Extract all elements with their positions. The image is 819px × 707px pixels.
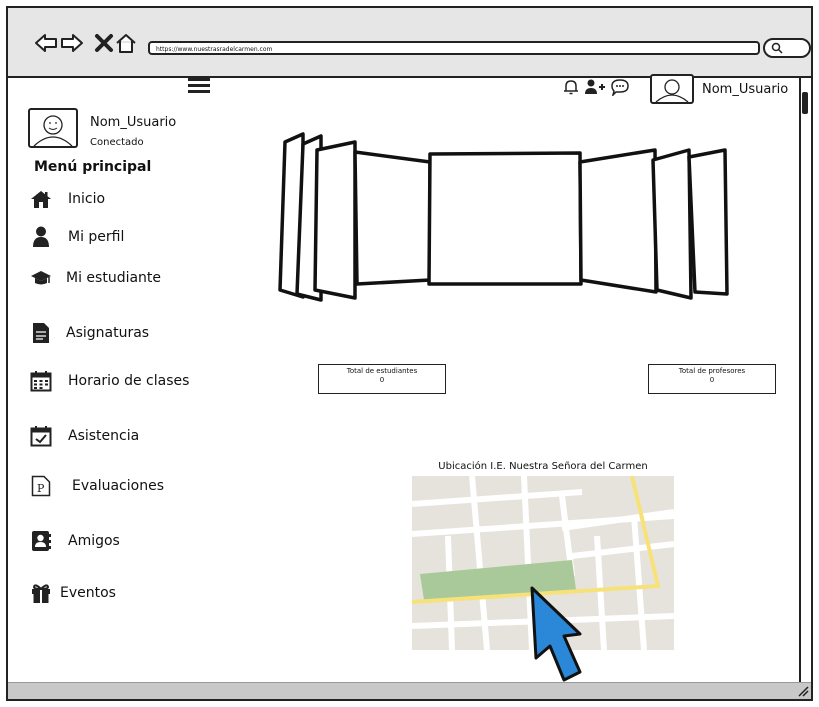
menu-title: Menú principal xyxy=(34,159,152,175)
calendar-check-icon xyxy=(28,424,54,448)
sidebar-item-inicio[interactable]: Inicio xyxy=(28,186,105,212)
connection-status: Conectado xyxy=(90,137,144,148)
sidebar-item-label: Horario de clases xyxy=(68,373,190,389)
sidebar-username: Nom_Usuario xyxy=(90,115,177,130)
sidebar-item-evaluaciones[interactable]: P Evaluaciones xyxy=(28,473,164,499)
total-students-value: 0 xyxy=(379,376,385,384)
sidebar-item-asignaturas[interactable]: Asignaturas xyxy=(28,320,149,346)
carousel-slide-active xyxy=(427,151,583,286)
sidebar-item-asistencia[interactable]: Asistencia xyxy=(28,423,139,449)
back-arrow-icon[interactable] xyxy=(34,32,58,54)
carousel-slide xyxy=(353,150,432,286)
total-teachers-box: Total de profesores 0 xyxy=(648,364,776,394)
url-bar[interactable]: https://www.nuestrasradelcarmen.com xyxy=(148,41,760,55)
sidebar-item-label: Amigos xyxy=(68,533,120,549)
avatar[interactable] xyxy=(650,74,694,104)
sidebar-item-amigos[interactable]: Amigos xyxy=(28,528,120,554)
gift-icon xyxy=(28,581,54,605)
sidebar-item-label: Asistencia xyxy=(68,428,140,444)
sidebar-item-mi-perfil[interactable]: Mi perfil xyxy=(28,224,124,250)
add-user-icon[interactable] xyxy=(584,78,606,96)
sidebar-avatar xyxy=(28,108,78,148)
sidebar-item-horario-de-clases[interactable]: Horario de clases xyxy=(28,368,189,394)
search-icon xyxy=(771,42,783,54)
carousel-slide xyxy=(687,148,729,296)
sidebar-item-label: Mi estudiante xyxy=(66,270,162,286)
total-students-label: Total de estudiantes xyxy=(346,367,418,375)
user-placeholder-icon xyxy=(655,79,689,103)
scrollbar-thumb[interactable] xyxy=(802,92,808,114)
browser-search-button[interactable] xyxy=(763,38,811,58)
calendar-icon xyxy=(28,369,54,393)
image-carousel[interactable] xyxy=(275,132,745,307)
status-bar xyxy=(8,682,811,699)
carousel-slide xyxy=(578,148,658,294)
carousel-slide xyxy=(651,148,693,300)
map-title: Ubicación I.E. Nuestra Señora del Carmen xyxy=(438,461,648,472)
total-teachers-label: Total de profesores xyxy=(678,367,746,375)
home-icon xyxy=(28,187,54,211)
sidebar-item-label: Eventos xyxy=(60,585,116,601)
carousel-slide xyxy=(313,140,357,300)
browser-toolbar: https://www.nuestrasradelcarmen.com xyxy=(8,8,811,78)
total-teachers-value: 0 xyxy=(709,376,715,384)
sidebar-item-mi-estudiante[interactable]: Mi estudiante xyxy=(28,265,161,291)
sidebar-item-eventos[interactable]: Eventos xyxy=(28,580,116,606)
sidebar-item-label: Evaluaciones xyxy=(72,478,164,494)
bell-icon[interactable] xyxy=(562,78,580,96)
p-document-icon: P xyxy=(28,474,54,498)
user-placeholder-icon xyxy=(33,115,73,147)
close-icon[interactable] xyxy=(92,32,116,54)
home-icon[interactable] xyxy=(114,32,138,54)
sidebar-item-label: Mi perfil xyxy=(68,229,125,245)
vertical-scrollbar[interactable] xyxy=(799,78,811,687)
user-icon xyxy=(28,225,54,249)
browser-window: https://www.nuestrasradelcarmen.com xyxy=(6,6,813,701)
contacts-icon xyxy=(28,529,54,553)
menu-toggle-icon[interactable] xyxy=(188,78,210,94)
forward-arrow-icon[interactable] xyxy=(60,32,84,54)
sidebar-item-label: Asignaturas xyxy=(66,325,150,341)
chat-icon[interactable] xyxy=(610,78,630,96)
svg-text:P: P xyxy=(37,482,45,495)
total-students-box: Total de estudiantes 0 xyxy=(318,364,446,394)
header-username[interactable]: Nom_Usuario xyxy=(702,82,788,97)
document-icon xyxy=(28,321,54,345)
sidebar-item-label: Inicio xyxy=(68,191,106,207)
resize-grip-icon[interactable] xyxy=(797,685,809,697)
pointer-arrow-icon xyxy=(530,586,582,682)
graduation-cap-icon xyxy=(28,266,54,290)
